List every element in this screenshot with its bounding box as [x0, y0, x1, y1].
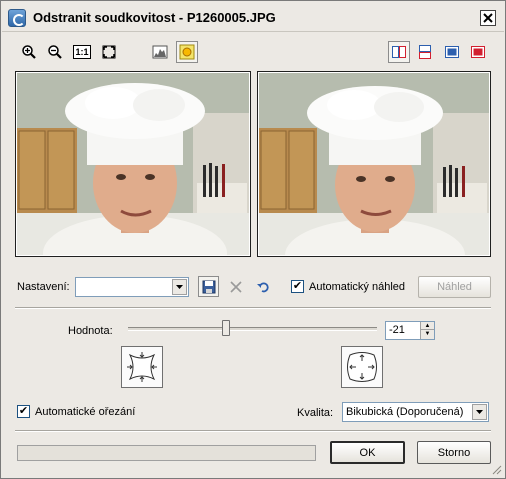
- auto-crop-checkbox[interactable]: ✔: [17, 405, 30, 418]
- undo-icon: [256, 282, 269, 292]
- auto-preview-label: Automatický náhled: [309, 281, 405, 293]
- value-spinbox[interactable]: -21 ▲ ▼: [385, 321, 435, 340]
- quality-label: Kvalita:: [297, 407, 334, 419]
- app-icon: [8, 9, 26, 27]
- cancel-button[interactable]: Storno: [417, 441, 491, 464]
- pincushion-distortion-icon: [127, 352, 157, 382]
- after-photo: [259, 73, 489, 255]
- resize-grip-icon[interactable]: [490, 463, 502, 475]
- ok-button[interactable]: OK: [330, 441, 405, 464]
- settings-label: Nastavení:: [17, 281, 70, 293]
- chevron-down-icon: [176, 285, 183, 289]
- before-view-icon: [445, 46, 459, 58]
- delete-settings-button[interactable]: [225, 276, 246, 297]
- before-photo: [17, 73, 249, 255]
- checkmark-icon: ✔: [292, 280, 303, 292]
- quality-value: Bikubická (Doporučená): [346, 406, 464, 418]
- dialog-window: Odstranit soudkovitost - P1260005.JPG 1:…: [0, 0, 506, 479]
- histogram-icon: [152, 45, 168, 59]
- zoom-out-icon: [48, 45, 62, 59]
- after-preview[interactable]: [257, 71, 491, 257]
- title-bar: Odstranit soudkovitost - P1260005.JPG: [2, 2, 504, 32]
- value-number: -21: [389, 324, 405, 336]
- value-slider-thumb[interactable]: [222, 320, 230, 336]
- value-spin-buttons: ▲ ▼: [420, 322, 434, 339]
- before-preview[interactable]: [15, 71, 251, 257]
- delete-icon: [229, 280, 242, 293]
- split-horizontal-button[interactable]: [414, 41, 436, 63]
- zoom-in-button[interactable]: [18, 41, 40, 63]
- fit-to-window-icon: [102, 45, 116, 59]
- save-settings-button[interactable]: [198, 276, 219, 297]
- preview-button[interactable]: Náhled: [418, 276, 491, 298]
- divider-bottom: [15, 430, 491, 432]
- save-icon: [202, 280, 215, 293]
- value-label: Hodnota:: [68, 325, 113, 337]
- histogram-button[interactable]: [149, 41, 171, 63]
- close-button[interactable]: [480, 10, 496, 26]
- barrel-distortion-icon: [347, 352, 377, 382]
- chevron-down-icon: [476, 410, 483, 414]
- settings-dropdown-arrow[interactable]: [172, 279, 187, 295]
- actual-size-icon: 1:1: [73, 45, 91, 59]
- auto-preview-checkbox[interactable]: ✔: [291, 280, 304, 293]
- zoom-out-button[interactable]: [44, 41, 66, 63]
- spin-down-button[interactable]: ▼: [421, 330, 434, 338]
- pincushion-icon-box: [121, 346, 163, 388]
- value-slider-track[interactable]: [128, 327, 377, 331]
- settings-dropdown[interactable]: [75, 277, 189, 297]
- split-vertical-button[interactable]: [388, 41, 410, 63]
- reset-button[interactable]: [252, 276, 273, 297]
- auto-crop-label: Automatické ořezání: [35, 406, 136, 418]
- spin-up-button[interactable]: ▲: [421, 322, 434, 330]
- actual-size-button[interactable]: 1:1: [71, 41, 93, 63]
- split-vertical-icon: [392, 46, 406, 58]
- progress-bar: [17, 445, 316, 461]
- window-title: Odstranit soudkovitost - P1260005.JPG: [33, 10, 276, 25]
- barrel-icon-box: [341, 346, 383, 388]
- before-view-button[interactable]: [441, 41, 463, 63]
- fit-to-window-button[interactable]: [98, 41, 120, 63]
- quality-dropdown[interactable]: Bikubická (Doporučená): [342, 402, 489, 422]
- close-icon: [483, 13, 493, 23]
- brightness-button[interactable]: [176, 41, 198, 63]
- chef-photo-corrected-image: [259, 73, 489, 255]
- brightness-icon: [179, 44, 195, 60]
- split-horizontal-icon: [419, 45, 431, 59]
- zoom-in-icon: [22, 45, 36, 59]
- checkmark-icon: ✔: [18, 405, 29, 417]
- divider-top: [15, 307, 491, 309]
- after-view-icon: [471, 46, 485, 58]
- chef-photo-image: [17, 73, 249, 255]
- quality-dropdown-arrow[interactable]: [472, 404, 487, 420]
- after-view-button[interactable]: [467, 41, 489, 63]
